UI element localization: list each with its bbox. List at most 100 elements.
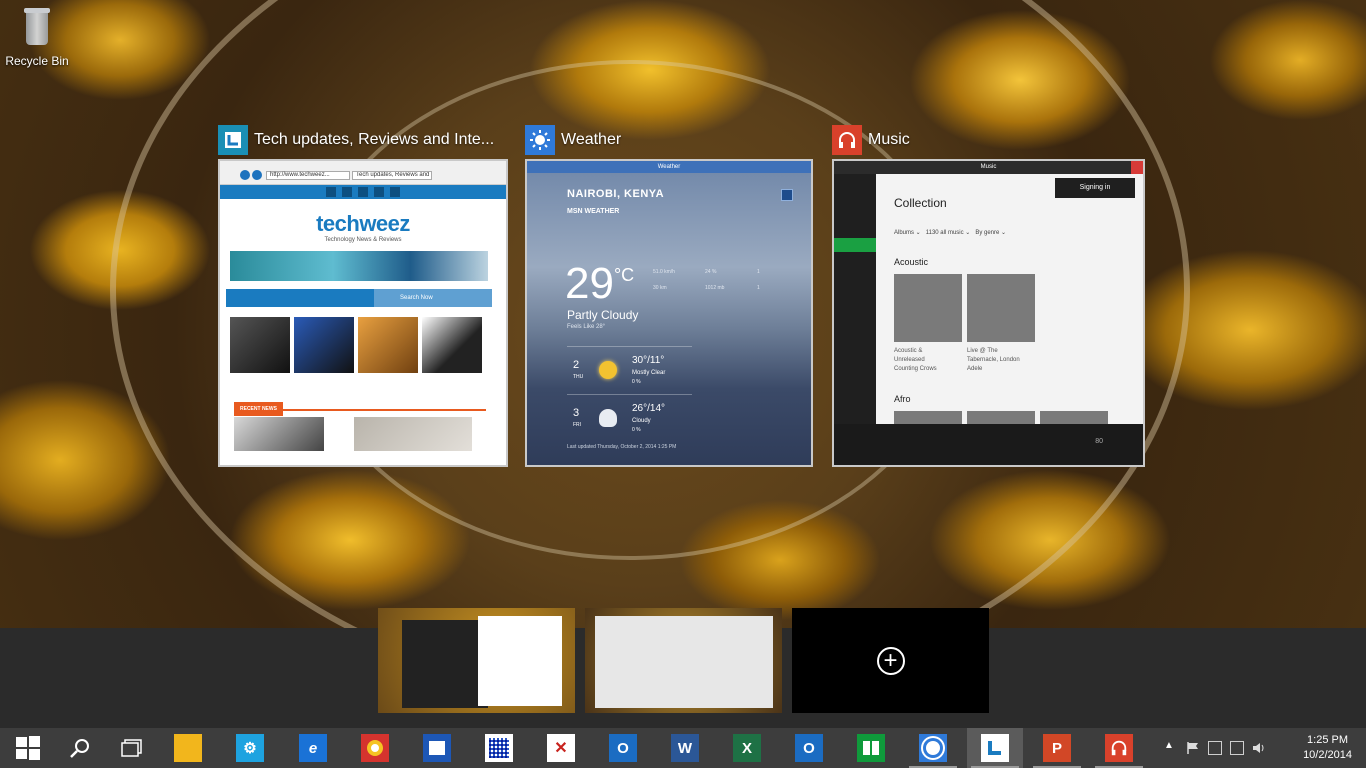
weather-stats: 51.0 km/h 24 % 1 30 km 1012 mb 1 (653, 269, 760, 291)
back-icon (240, 170, 250, 180)
network-icon[interactable] (1230, 741, 1244, 755)
grid-app-icon (485, 734, 513, 762)
album-cover (967, 274, 1035, 342)
techweez-icon (218, 125, 248, 155)
recent-news-header: RECENT NEWS (234, 397, 486, 416)
taskbar-outlook[interactable]: O (595, 728, 651, 768)
clock-date: 10/2/2014 (1303, 749, 1352, 761)
sun-icon (599, 361, 617, 379)
forecast-day: 2 THU 30°/11° Mostly Clear 0 % (567, 346, 692, 394)
taskbar-chrome[interactable] (347, 728, 403, 768)
collection-heading: Collection (894, 196, 947, 210)
current-condition: Partly Cloudy (567, 308, 639, 322)
taskbar-acrobat[interactable]: ✕ (533, 728, 589, 768)
excel-icon: X (733, 734, 761, 762)
taskbar-store[interactable] (843, 728, 899, 768)
volume-level: 80 (1095, 438, 1103, 445)
album-cover (894, 274, 962, 342)
window-thumbnail[interactable]: Music Signing in Collection Albums ⌄ 113… (832, 159, 1145, 467)
word-icon: W (671, 734, 699, 762)
search-button[interactable] (52, 728, 108, 768)
genre-heading: Afro (894, 394, 911, 404)
ad-banner (230, 251, 488, 281)
forecast-list: 2 THU 30°/11° Mostly Clear 0 % 3 FRI 26°… (567, 346, 692, 442)
taskbar-powerpoint[interactable]: P (1029, 728, 1085, 768)
gear-icon: ⚙ (236, 734, 264, 762)
site-logo: techweez (316, 211, 410, 236)
new-desktop-button[interactable]: + (792, 608, 989, 713)
taskbar-file-explorer[interactable] (160, 728, 216, 768)
start-button[interactable] (0, 728, 56, 768)
weather-source: MSN WEATHER (567, 208, 620, 215)
taskbar-grid-app[interactable] (471, 728, 527, 768)
chrome-icon (361, 734, 389, 762)
window-thumbnail[interactable]: http://www.techweez... Tech updates, Rev… (218, 159, 508, 467)
powerpoint-icon: P (1043, 734, 1071, 762)
windows-logo-icon (16, 736, 40, 760)
window-title: Music (868, 131, 910, 148)
task-view-button[interactable] (104, 728, 160, 768)
ie-icon: e (299, 734, 327, 762)
task-view-icon (121, 739, 142, 757)
site-tagline: Technology News & Reviews (324, 237, 402, 243)
social-bar (220, 185, 506, 199)
browser-chrome: http://www.techweez... Tech updates, Rev… (220, 161, 506, 185)
recycle-bin-icon (22, 6, 52, 46)
taskbar-internet-explorer[interactable]: e (285, 728, 341, 768)
music-headphones-icon (1105, 734, 1133, 762)
featured-thumbs (230, 317, 492, 373)
recycle-bin-shortcut[interactable]: Recycle Bin (4, 6, 70, 68)
news-thumbs (234, 417, 486, 451)
volume-icon[interactable] (1252, 741, 1266, 755)
display-icon[interactable] (1208, 741, 1222, 755)
virtual-desktop-2[interactable] (585, 608, 782, 713)
taskbar-outlook-2[interactable]: O (781, 728, 837, 768)
music-headphones-icon (832, 125, 862, 155)
album-title: Live @ The Tabernacle, London Adele (967, 348, 1020, 372)
current-temperature: 29°C (565, 259, 635, 308)
taskbar-weather[interactable] (905, 728, 961, 768)
feels-like: Feels Like 28° (567, 324, 606, 330)
genre-heading: Acoustic (894, 257, 929, 267)
add-icon: + (876, 646, 905, 675)
virtual-desktop-1[interactable] (378, 608, 575, 713)
folder-icon (174, 734, 202, 762)
task-view-window-music[interactable]: Music Music Signing in Collection Albums… (832, 124, 1145, 467)
search-icon (70, 739, 89, 758)
address-bar: http://www.techweez... (266, 171, 350, 180)
pdf-icon: ✕ (547, 734, 575, 762)
signin-button: Signing in (1055, 178, 1135, 198)
photo-icon (423, 734, 451, 762)
taskbar-techweez-ie[interactable] (967, 728, 1023, 768)
clock-time: 1:25 PM (1307, 734, 1349, 746)
chevron-up-icon[interactable]: ▲ (1164, 740, 1174, 751)
store-icon (857, 734, 885, 762)
taskbar-word[interactable]: W (657, 728, 713, 768)
search-icon (781, 189, 793, 201)
recycle-bin-label: Recycle Bin (5, 54, 69, 68)
taskbar-excel[interactable]: X (719, 728, 775, 768)
system-tray: ▲ 1:25 PM 10/2/2014 (1156, 728, 1366, 768)
task-view-window-techweez[interactable]: Tech updates, Reviews and Inte... http:/… (218, 124, 508, 467)
taskbar-music[interactable] (1091, 728, 1147, 768)
weather-sun-icon (919, 734, 947, 762)
site-search: Search Now (374, 289, 492, 307)
music-collection: Signing in Collection Albums ⌄ 1130 all … (876, 174, 1143, 427)
task-view-window-weather[interactable]: Weather Weather NAIROBI, KENYA MSN WEATH… (525, 124, 813, 467)
taskbar-photo-app[interactable] (409, 728, 465, 768)
window-title: Weather (561, 131, 622, 148)
techweez-icon (981, 734, 1009, 762)
clock[interactable]: 1:25 PM 10/2/2014 (1303, 733, 1352, 763)
taskbar-settings[interactable]: ⚙ (222, 728, 278, 768)
flag-icon[interactable] (1186, 741, 1200, 755)
app-titlebar: Music (834, 161, 1143, 174)
music-player-bar: 80 (834, 424, 1143, 465)
window-thumbnail[interactable]: Weather NAIROBI, KENYA MSN WEATHER 29°C … (525, 159, 813, 467)
album-title: Acoustic & Unreleased Counting Crows (894, 348, 937, 372)
forecast-day: 3 FRI 26°/14° Cloudy 0 % (567, 394, 692, 442)
window-title: Tech updates, Reviews and Inte... (254, 131, 495, 148)
close-icon (1131, 161, 1143, 174)
outlook-icon: O (795, 734, 823, 762)
outlook-icon: O (609, 734, 637, 762)
weather-city: NAIROBI, KENYA (567, 188, 665, 200)
